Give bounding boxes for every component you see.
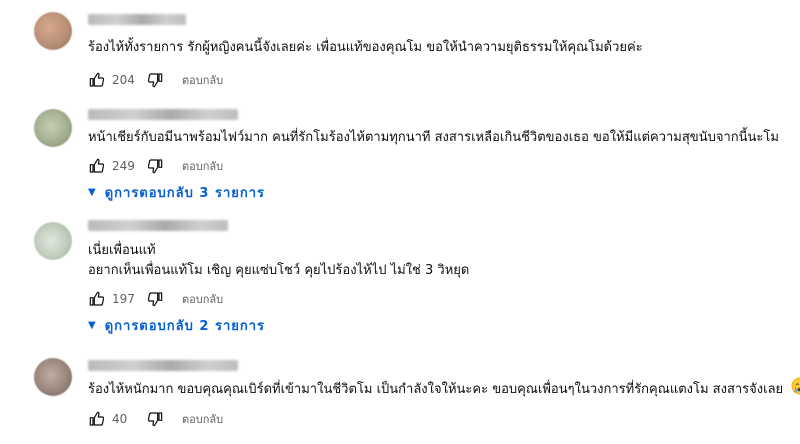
thumbs-down-icon[interactable] <box>146 290 164 308</box>
like-count: 197 <box>112 292 135 306</box>
reply-button[interactable]: ตอบกลับ <box>182 157 223 175</box>
view-replies-button[interactable]: ▼ ดูการตอบกลับ 3 รายการ <box>88 180 265 204</box>
thumbs-down-icon[interactable] <box>146 410 164 428</box>
author-name[interactable] <box>88 14 186 25</box>
like-count: 40 <box>112 412 128 426</box>
like-count: 204 <box>112 73 135 87</box>
comment-actions: 197 ตอบกลับ <box>88 289 223 309</box>
thumbs-down-icon[interactable] <box>146 157 164 175</box>
comment-text: ร้องไห้หนักมาก ขอบคุณคุณเบิร์ดที่เข้ามาใ… <box>88 377 800 402</box>
author-name[interactable] <box>88 220 228 231</box>
comment-text: ร้องไห้ทั้งรายการ รักผู้หญิงคนนี้จังเลยค… <box>88 38 643 58</box>
thumbs-up-icon[interactable] <box>88 71 106 89</box>
comment-text: หน้าเชียร์กับอมีนาพร้อมไฟว์มาก คนที่รักโ… <box>88 128 779 148</box>
reply-button[interactable]: ตอบกลับ <box>182 71 223 89</box>
view-replies-label: ดูการตอบกลับ 3 รายการ <box>104 185 266 201</box>
author-name[interactable] <box>88 109 238 120</box>
avatar[interactable] <box>34 109 72 147</box>
comment-line: ร้องไห้ทั้งรายการ รักผู้หญิงคนนี้จังเลยค… <box>88 40 643 55</box>
thumbs-down-icon[interactable] <box>146 71 164 89</box>
comment-actions: 40 ตอบกลับ <box>88 409 223 429</box>
reply-button[interactable]: ตอบกลับ <box>182 290 223 308</box>
comment-line: เนี่ยเพื่อนแท้ <box>88 243 156 258</box>
avatar[interactable] <box>34 358 72 396</box>
view-replies-label: ดูการตอบกลับ 2 รายการ <box>104 318 266 334</box>
avatar[interactable] <box>34 222 72 260</box>
comment-line: ร้องไห้หนักมาก ขอบคุณคุณเบิร์ดที่เข้ามาใ… <box>88 382 784 397</box>
caret-down-icon: ▼ <box>88 186 97 198</box>
view-replies-button[interactable]: ▼ ดูการตอบกลับ 2 รายการ <box>88 313 265 337</box>
comment-line: หน้าเชียร์กับอมีนาพร้อมไฟว์มาก คนที่รักโ… <box>88 130 779 145</box>
reply-button[interactable]: ตอบกลับ <box>182 410 223 428</box>
comment-actions: 204 ตอบกลับ <box>88 70 223 90</box>
comment-text: เนี่ยเพื่อนแท้ อยากเห็นเพื่อนแท้โม เชิญ … <box>88 241 469 281</box>
thumbs-up-icon[interactable] <box>88 410 106 428</box>
comment-actions: 249 ตอบกลับ <box>88 156 223 176</box>
caret-down-icon: ▼ <box>88 319 97 331</box>
like-count: 249 <box>112 159 135 173</box>
thumbs-up-icon[interactable] <box>88 157 106 175</box>
thumbs-up-icon[interactable] <box>88 290 106 308</box>
author-name[interactable] <box>88 360 238 371</box>
avatar[interactable] <box>34 12 72 50</box>
crying-face-emoji <box>791 377 800 402</box>
comment-line: อยากเห็นเพื่อนแท้โม เชิญ คุยแซ่บโชว์ คุย… <box>88 263 470 278</box>
